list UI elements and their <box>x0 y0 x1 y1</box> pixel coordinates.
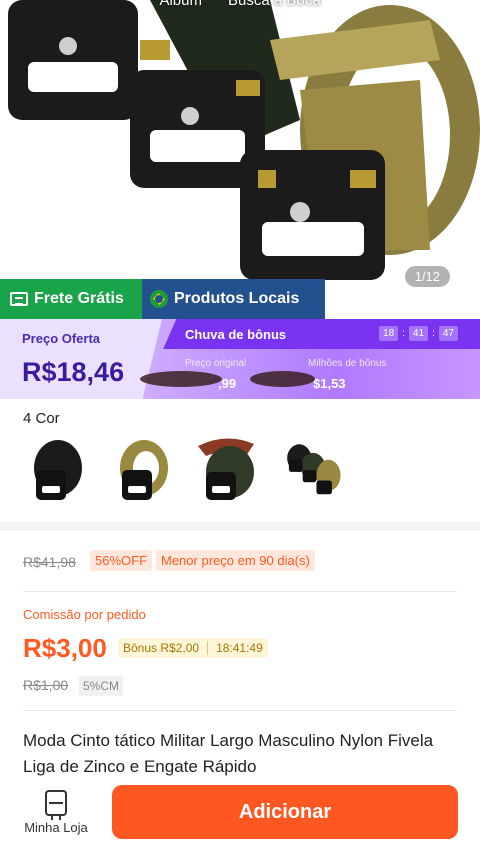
tab-busca[interactable]: Busca a Boca <box>228 0 321 9</box>
black-belt-icon <box>34 440 82 500</box>
discount-badge: 56%OFF <box>90 550 153 571</box>
free-shipping-badge: Frete Grátis <box>0 279 142 319</box>
store-icon <box>45 790 67 820</box>
hero-tabs: Álbum Busca a Boca <box>0 0 480 9</box>
bonus-timer-text: 18:41:49 <box>216 641 263 655</box>
local-products-badge: Produtos Locais <box>142 279 325 319</box>
chip-separator <box>207 641 209 655</box>
product-photo <box>8 0 480 280</box>
commission-label: Comissão por pedido <box>23 607 146 622</box>
local-products-label: Produtos Locais <box>174 290 300 307</box>
product-image-carousel[interactable]: Álbum Busca a Boca 1/12 <box>0 0 480 298</box>
my-store-label: Minha Loja <box>24 820 88 835</box>
offer-label: Preço Oferta <box>22 331 101 346</box>
swatch-set[interactable] <box>282 436 344 506</box>
redaction-scribble <box>250 371 315 387</box>
swatch-tan[interactable] <box>110 436 172 506</box>
original-price-label: Preço original <box>185 358 247 369</box>
belt-set-icon <box>287 444 341 495</box>
section-divider <box>0 522 480 531</box>
swatch-black[interactable] <box>24 436 86 506</box>
price-banner: Preço Oferta R$18,46 Chuva de bônus 18: … <box>0 319 480 399</box>
bottom-action-bar: Minha Loja Adicionar <box>0 778 480 848</box>
divider <box>23 591 457 592</box>
add-button[interactable]: Adicionar <box>112 785 458 839</box>
bonus-title: Chuva de bônus <box>185 327 287 342</box>
offer-price: R$18,46 <box>22 357 125 387</box>
divider <box>23 710 457 711</box>
bonus-timer: 18: 41: 47 <box>379 326 458 341</box>
brazil-flag-icon <box>150 290 168 308</box>
old-price: R$41,98 <box>23 554 76 570</box>
old-commission: R$1,00 <box>23 677 69 693</box>
tan-belt-icon <box>120 440 168 500</box>
lowest-price-badge: Menor preço em 90 dia(s) <box>156 550 315 571</box>
tab-album[interactable]: Álbum <box>159 0 202 9</box>
truck-icon <box>10 292 28 306</box>
swatch-green[interactable] <box>196 436 258 506</box>
commission-price: R$3,00 <box>23 633 107 663</box>
image-counter: 1/12 <box>404 266 450 287</box>
millions-bonus-value: $1,53 <box>313 376 346 391</box>
redaction-scribble <box>140 371 222 387</box>
timer-seconds: 47 <box>438 326 458 341</box>
timer-hours: 18 <box>379 326 399 341</box>
green-belt-icon <box>198 438 254 500</box>
free-shipping-label: Frete Grátis <box>34 290 124 307</box>
commission-rate-badge: 5%CM <box>79 676 124 696</box>
millions-bonus-label: Milhões de bônus <box>308 358 387 369</box>
promo-strip: Frete Grátis Produtos Locais <box>0 279 325 319</box>
bonus-chip: Bônus R$2,00 18:41:49 <box>118 638 268 658</box>
product-title: Moda Cinto tático Militar Largo Masculin… <box>23 731 434 776</box>
bonus-amount: Bônus R$2,00 <box>123 641 200 655</box>
color-count-label: 4 Cor <box>23 410 60 427</box>
timer-minutes: 41 <box>408 326 429 341</box>
color-swatches <box>24 436 344 506</box>
my-store-button[interactable]: Minha Loja <box>20 790 92 835</box>
